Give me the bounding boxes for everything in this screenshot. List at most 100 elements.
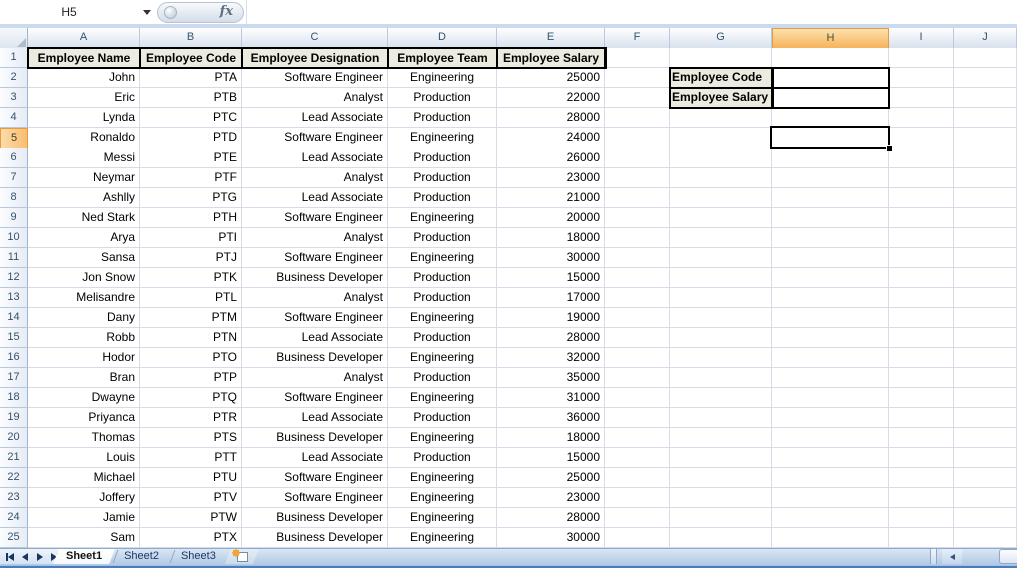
cell-B9[interactable]: PTH <box>140 208 242 228</box>
cell-J19[interactable] <box>954 408 1017 428</box>
cell-C16[interactable]: Business Developer <box>242 348 388 368</box>
cell-B3[interactable]: PTB <box>140 88 242 108</box>
previous-sheet-button[interactable] <box>19 550 30 563</box>
cell-C21[interactable]: Lead Associate <box>242 448 388 468</box>
cell-C10[interactable]: Analyst <box>242 228 388 248</box>
cell-E22[interactable]: 25000 <box>497 468 605 488</box>
cell-J3[interactable] <box>954 88 1017 108</box>
cell-B22[interactable]: PTU <box>140 468 242 488</box>
scrollbar-track[interactable] <box>962 549 999 564</box>
cell-A3[interactable]: Eric <box>28 88 140 108</box>
cell-G12[interactable] <box>670 268 772 288</box>
cell-C24[interactable]: Business Developer <box>242 508 388 528</box>
cell-A4[interactable]: Lynda <box>28 108 140 128</box>
row-header-4[interactable]: 4 <box>0 108 28 128</box>
cell-A14[interactable]: Dany <box>28 308 140 328</box>
cell-A10[interactable]: Arya <box>28 228 140 248</box>
row-header-23[interactable]: 23 <box>0 488 28 508</box>
cell-E24[interactable]: 28000 <box>497 508 605 528</box>
cell-J5[interactable] <box>954 128 1017 149</box>
cell-G19[interactable] <box>670 408 772 428</box>
cell-J7[interactable] <box>954 168 1017 188</box>
cell-C2[interactable]: Software Engineer <box>242 68 388 88</box>
cell-C4[interactable]: Lead Associate <box>242 108 388 128</box>
cell-B21[interactable]: PTT <box>140 448 242 468</box>
cell-C15[interactable]: Lead Associate <box>242 328 388 348</box>
cell-C23[interactable]: Software Engineer <box>242 488 388 508</box>
cell-B23[interactable]: PTV <box>140 488 242 508</box>
cell-J12[interactable] <box>954 268 1017 288</box>
cell-J9[interactable] <box>954 208 1017 228</box>
cell-G2[interactable]: Employee Code <box>670 68 772 88</box>
cell-B16[interactable]: PTO <box>140 348 242 368</box>
column-header-G[interactable]: G <box>670 28 772 49</box>
cell-J18[interactable] <box>954 388 1017 408</box>
cell-G7[interactable] <box>670 168 772 188</box>
row-header-11[interactable]: 11 <box>0 248 28 268</box>
cell-B2[interactable]: PTA <box>140 68 242 88</box>
cell-C1[interactable]: Employee Designation <box>242 48 388 68</box>
row-header-1[interactable]: 1 <box>0 48 28 68</box>
cell-I17[interactable] <box>889 368 954 388</box>
row-header-20[interactable]: 20 <box>0 428 28 448</box>
cell-A6[interactable]: Messi <box>28 148 140 168</box>
cell-D24[interactable]: Engineering <box>388 508 497 528</box>
cell-E6[interactable]: 26000 <box>497 148 605 168</box>
cell-J14[interactable] <box>954 308 1017 328</box>
cell-H10[interactable] <box>772 228 889 248</box>
cell-B24[interactable]: PTW <box>140 508 242 528</box>
cell-H4[interactable] <box>772 108 889 128</box>
cell-D20[interactable]: Engineering <box>388 428 497 448</box>
cell-E23[interactable]: 23000 <box>497 488 605 508</box>
cell-F12[interactable] <box>605 268 670 288</box>
cell-A18[interactable]: Dwayne <box>28 388 140 408</box>
cell-E3[interactable]: 22000 <box>497 88 605 108</box>
cell-A16[interactable]: Hodor <box>28 348 140 368</box>
cell-J15[interactable] <box>954 328 1017 348</box>
cell-H2[interactable] <box>772 68 889 88</box>
row-header-7[interactable]: 7 <box>0 168 28 188</box>
select-all-corner[interactable] <box>0 28 28 49</box>
cell-C13[interactable]: Analyst <box>242 288 388 308</box>
cell-J13[interactable] <box>954 288 1017 308</box>
cell-F23[interactable] <box>605 488 670 508</box>
cell-E20[interactable]: 18000 <box>497 428 605 448</box>
cell-H13[interactable] <box>772 288 889 308</box>
row-header-16[interactable]: 16 <box>0 348 28 368</box>
row-header-6[interactable]: 6 <box>0 148 28 168</box>
cell-A19[interactable]: Priyanca <box>28 408 140 428</box>
cell-C18[interactable]: Software Engineer <box>242 388 388 408</box>
cell-F6[interactable] <box>605 148 670 168</box>
column-header-J[interactable]: J <box>954 28 1017 49</box>
cell-C11[interactable]: Software Engineer <box>242 248 388 268</box>
row-header-8[interactable]: 8 <box>0 188 28 208</box>
cell-E17[interactable]: 35000 <box>497 368 605 388</box>
cell-F24[interactable] <box>605 508 670 528</box>
cell-D18[interactable]: Engineering <box>388 388 497 408</box>
cell-H9[interactable] <box>772 208 889 228</box>
cell-I4[interactable] <box>889 108 954 128</box>
cell-D14[interactable]: Engineering <box>388 308 497 328</box>
cell-H7[interactable] <box>772 168 889 188</box>
cell-F4[interactable] <box>605 108 670 128</box>
cell-G18[interactable] <box>670 388 772 408</box>
scroll-left-button[interactable] <box>942 549 962 564</box>
cell-H5[interactable] <box>772 128 889 149</box>
cell-I18[interactable] <box>889 388 954 408</box>
name-box[interactable]: H5 <box>0 0 138 24</box>
cell-A23[interactable]: Joffery <box>28 488 140 508</box>
tab-sheet1[interactable]: Sheet1 <box>53 549 115 564</box>
cell-C7[interactable]: Analyst <box>242 168 388 188</box>
cell-G22[interactable] <box>670 468 772 488</box>
cell-G14[interactable] <box>670 308 772 328</box>
cell-E8[interactable]: 21000 <box>497 188 605 208</box>
row-header-5[interactable]: 5 <box>0 128 28 149</box>
cell-D10[interactable]: Production <box>388 228 497 248</box>
cell-F1[interactable] <box>605 48 670 68</box>
cell-I13[interactable] <box>889 288 954 308</box>
cell-D12[interactable]: Production <box>388 268 497 288</box>
cell-F13[interactable] <box>605 288 670 308</box>
cell-E14[interactable]: 19000 <box>497 308 605 328</box>
cell-I6[interactable] <box>889 148 954 168</box>
row-header-21[interactable]: 21 <box>0 448 28 468</box>
